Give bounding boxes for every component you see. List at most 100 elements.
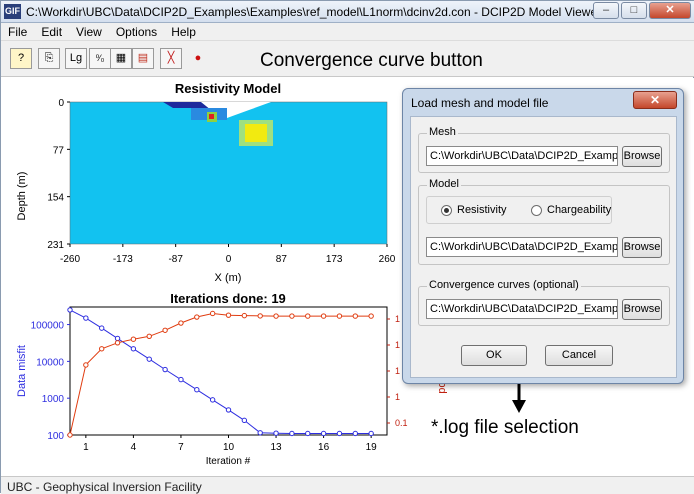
close-button[interactable]: ✕ [649,2,691,19]
res-xtick-label: 173 [326,254,343,265]
ok-button[interactable]: OK [461,345,527,366]
annotation-convergence-button: Convergence curve button [260,50,483,71]
convergence-group: Convergence curves (optional) C:\Workdir… [418,279,670,326]
convergence-xlabel: Iteration # [206,456,251,467]
chargeability-radio[interactable] [531,205,542,216]
convergence-point-1 [352,313,358,319]
convergence-point-0 [209,397,216,403]
convergence-point-1 [241,312,248,319]
main-window: GIF C:\Workdir\UBC\Data\DCIP2D_Examples\… [0,0,694,494]
menu-options[interactable]: Options [109,23,164,40]
convergence-point-0 [257,430,263,436]
annotation-log-file: *.log file selection [431,417,579,438]
convergence-point-1 [178,320,184,326]
model-anomaly-red [209,114,214,119]
mesh-group: Mesh C:\Workdir\UBC\Data\DCIP2D_Examples… [418,126,670,173]
menu-help[interactable]: Help [164,23,203,40]
res-xtick-label: -87 [168,254,183,265]
convergence-point-0 [67,307,73,313]
maximize-button[interactable]: □ [621,2,647,19]
conv-xtick-label: 16 [318,442,330,453]
convergence-browse-button[interactable]: Browse [622,299,662,320]
menu-file[interactable]: File [1,23,34,40]
convergence-point-0 [194,387,200,393]
menu-view[interactable]: View [69,23,109,40]
convergence-point-0 [289,430,295,437]
res-xtick-label: 260 [379,254,396,265]
convergence-point-0 [83,315,89,321]
model-browse-button[interactable]: Browse [622,237,662,258]
conv-ytick-label: 100000 [31,321,65,332]
grid-button[interactable]: ▦ [110,48,132,69]
convergence-point-1 [162,327,168,333]
conv-ytick-label: 10000 [36,357,64,368]
convergence-point-1 [194,314,200,320]
conv-y2tick-label: 1 [395,314,400,324]
convergence-point-1 [83,362,89,368]
convergence-point-1 [225,312,232,318]
convergence-point-0 [336,430,343,437]
convergence-ylabel: Data misfit [16,345,28,397]
convergence-group-label: Convergence curves (optional) [427,279,581,291]
conv-xtick-label: 4 [131,442,137,453]
convergence-path-field[interactable]: C:\Workdir\UBC\Data\DCIP2D_Examples [426,299,618,319]
convergence-point-1 [67,432,73,438]
conv-y2tick-label: 1 [395,340,400,350]
dialog-body: Mesh C:\Workdir\UBC\Data\DCIP2D_Examples… [410,116,677,378]
mesh-browse-button[interactable]: Browse [622,146,662,167]
annotation-arrowhead-logfile [512,400,526,413]
minimize-button[interactable]: – [593,2,619,19]
menu-bar: File Edit View Options Help [1,23,694,41]
res-ytick-label: 0 [58,98,64,109]
convergence-point-0 [368,430,374,437]
model-anomaly-resistor [245,124,267,142]
convergence-point-1 [130,336,137,342]
load-mesh-dialog: Load mesh and model file ✕ Mesh C:\Workd… [402,88,684,384]
ratio-button[interactable]: ⁰⁄₀ [89,48,111,69]
convergence-point-1 [336,313,343,319]
stop-button[interactable]: ● [187,48,209,69]
log-scale-button[interactable]: Lg [65,48,87,69]
conv-xtick-label: 7 [178,442,184,453]
title-bar: GIF C:\Workdir\UBC\Data\DCIP2D_Examples\… [1,1,694,23]
menu-edit[interactable]: Edit [34,23,69,40]
convergence-point-0 [114,335,121,342]
convergence-point-1 [273,313,279,319]
colorbar-button[interactable]: ▤ [132,48,154,69]
app-icon: GIF [4,4,21,19]
dialog-close-button[interactable]: ✕ [633,91,677,109]
convergence-point-1 [114,340,121,346]
convergence-point-0 [273,430,279,436]
status-text: UBC - Geophysical Inversion Facility [7,480,202,494]
resistivity-xticks: -260 -173 -87 0 87 173 260 [60,244,396,265]
conv-y2tick-label: 1 [395,392,400,402]
convergence-plot-frame [69,306,388,436]
conv-y2tick-label: 0.1 [395,418,408,428]
mesh-path-field[interactable]: C:\Workdir\UBC\Data\DCIP2D_Examples [426,146,618,166]
convergence-point-0 [225,407,232,413]
convergence-point-1 [257,313,263,319]
resistivity-yticks: 0 77 154 231 [47,98,70,251]
resistivity-model-image [69,101,388,245]
conv-ytick-label: 100 [47,431,64,442]
help-button[interactable]: ? [10,48,32,69]
convergence-curve-button[interactable]: ╳ [160,48,182,69]
convergence-point-0 [178,376,184,383]
res-xtick-label: -173 [113,254,133,265]
window-controls: – □ ✕ [593,2,691,21]
conv-ytick-label: 1000 [42,394,65,405]
conv-xtick-label: 10 [223,442,235,453]
dialog-title: Load mesh and model file [411,96,549,110]
convergence-point-0 [162,366,168,373]
resistivity-radio[interactable] [441,205,452,216]
convergence-point-0 [130,346,137,352]
convergence-point-0 [305,430,311,437]
convergence-point-0 [99,325,105,331]
convergence-point-1 [305,313,311,319]
model-path-field[interactable]: C:\Workdir\UBC\Data\DCIP2D_Examples [426,237,618,257]
conv-xtick-label: 19 [366,442,378,453]
convergence-point-0 [320,430,327,437]
resistivity-ylabel: Depth (m) [16,172,28,221]
copy-button[interactable]: ⎘ [38,48,60,69]
cancel-button[interactable]: Cancel [545,345,613,366]
